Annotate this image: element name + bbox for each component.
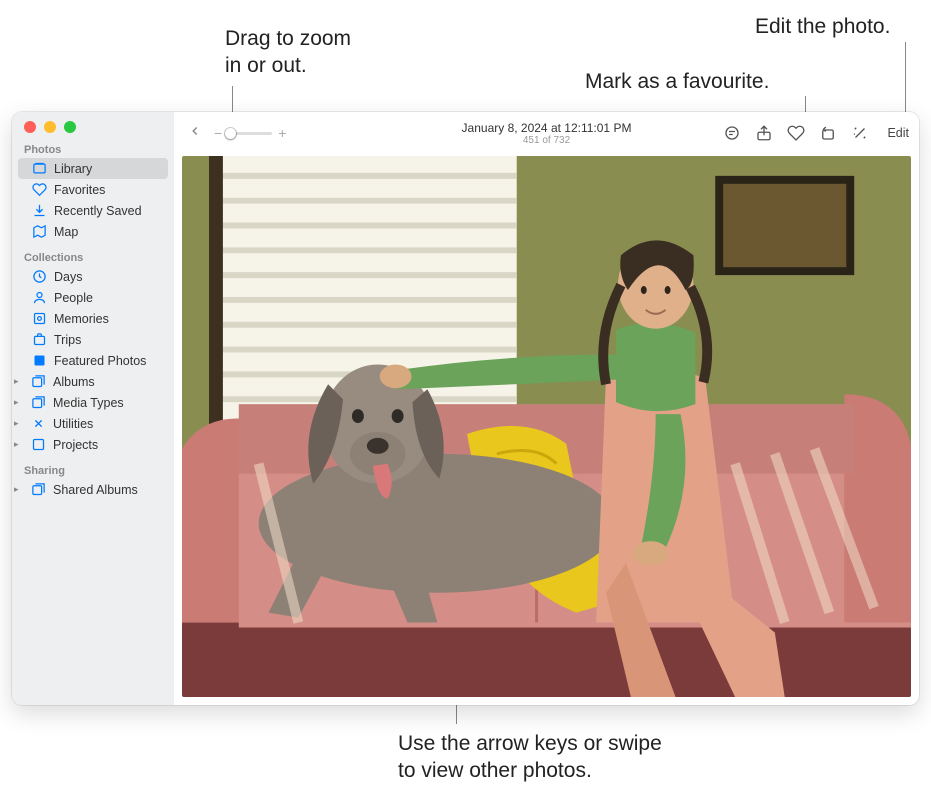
back-button[interactable] <box>184 120 206 147</box>
albums-icon <box>31 374 46 389</box>
sidebar-item-label: Media Types <box>53 396 124 410</box>
sidebar-item-people[interactable]: People <box>12 287 174 308</box>
app-window: Photos Library Favorites Recently Saved … <box>12 112 919 705</box>
chevron-right-icon[interactable]: ▸ <box>14 376 24 387</box>
sidebar-item-recently-saved[interactable]: Recently Saved <box>12 200 174 221</box>
zoom-slider[interactable]: − + <box>214 125 286 141</box>
sidebar-item-library[interactable]: Library <box>18 158 168 179</box>
chevron-right-icon[interactable]: ▸ <box>14 418 24 429</box>
sidebar-item-label: Favorites <box>54 183 105 197</box>
sidebar-item-label: Projects <box>53 438 98 452</box>
sidebar-item-label: Albums <box>53 375 95 389</box>
sidebar-item-label: Library <box>54 162 92 176</box>
chevron-right-icon[interactable]: ▸ <box>14 439 24 450</box>
memories-icon <box>32 311 47 326</box>
photo-count: 451 of 732 <box>462 135 632 146</box>
sidebar-section-collections: Collections <box>12 248 174 266</box>
sidebar: Photos Library Favorites Recently Saved … <box>12 112 174 705</box>
sidebar-item-label: Days <box>54 270 82 284</box>
close-window-button[interactable] <box>24 121 36 133</box>
sidebar-item-map[interactable]: Map <box>12 221 174 242</box>
favorite-button[interactable] <box>787 124 805 142</box>
sidebar-item-projects[interactable]: ▸ Projects <box>12 434 174 455</box>
sidebar-item-trips[interactable]: Trips <box>12 329 174 350</box>
chevron-left-icon <box>188 124 202 138</box>
clock-icon <box>32 269 47 284</box>
library-icon <box>32 161 47 176</box>
suitcase-icon <box>32 332 47 347</box>
sidebar-item-favorites[interactable]: Favorites <box>12 179 174 200</box>
callout-edit: Edit the photo. <box>755 13 890 40</box>
sidebar-item-label: Memories <box>54 312 109 326</box>
media-types-icon <box>31 395 46 410</box>
sidebar-item-label: People <box>54 291 93 305</box>
share-icon <box>755 124 773 142</box>
heart-icon <box>787 124 805 142</box>
sidebar-item-media-types[interactable]: ▸ Media Types <box>12 392 174 413</box>
callout-favorite: Mark as a favourite. <box>585 68 769 95</box>
edit-button[interactable]: Edit <box>883 126 909 140</box>
enhance-button[interactable] <box>851 124 869 142</box>
window-controls <box>24 121 76 133</box>
sidebar-section-photos: Photos <box>12 140 174 158</box>
sidebar-item-label: Recently Saved <box>54 204 142 218</box>
main-content: − + January 8, 2024 at 12:11:01 PM 451 o… <box>174 112 919 705</box>
shared-albums-icon <box>31 482 46 497</box>
toolbar-title: January 8, 2024 at 12:11:01 PM 451 of 73… <box>462 121 632 146</box>
share-button[interactable] <box>755 124 773 142</box>
sidebar-section-sharing: Sharing <box>12 461 174 479</box>
heart-icon <box>32 182 47 197</box>
live-text-icon <box>723 124 741 142</box>
zoom-plus: + <box>278 125 286 141</box>
sidebar-item-days[interactable]: Days <box>12 266 174 287</box>
utilities-icon <box>31 416 46 431</box>
sidebar-item-memories[interactable]: Memories <box>12 308 174 329</box>
sidebar-item-shared-albums[interactable]: ▸ Shared Albums <box>12 479 174 500</box>
zoom-thumb[interactable] <box>225 128 236 139</box>
sidebar-item-label: Trips <box>54 333 81 347</box>
minimize-window-button[interactable] <box>44 121 56 133</box>
sidebar-item-label: Utilities <box>53 417 93 431</box>
rotate-icon <box>819 124 837 142</box>
sidebar-item-label: Shared Albums <box>53 483 138 497</box>
toolbar: − + January 8, 2024 at 12:11:01 PM 451 o… <box>174 112 919 154</box>
callout-zoom: Drag to zoom in or out. <box>225 25 351 80</box>
chevron-right-icon[interactable]: ▸ <box>14 484 24 495</box>
sidebar-item-utilities[interactable]: ▸ Utilities <box>12 413 174 434</box>
person-icon <box>32 290 47 305</box>
projects-icon <box>31 437 46 452</box>
photo-viewer[interactable] <box>174 154 919 705</box>
live-text-button[interactable] <box>723 124 741 142</box>
sidebar-item-featured[interactable]: Featured Photos <box>12 350 174 371</box>
sidebar-item-label: Map <box>54 225 78 239</box>
map-icon <box>32 224 47 239</box>
rotate-button[interactable] <box>819 124 837 142</box>
photo-image <box>182 156 911 697</box>
callout-edit-line <box>905 42 906 122</box>
photo-date: January 8, 2024 at 12:11:01 PM <box>462 121 632 135</box>
callout-arrows: Use the arrow keys or swipe to view othe… <box>398 730 662 785</box>
chevron-right-icon[interactable]: ▸ <box>14 397 24 408</box>
zoom-track[interactable] <box>228 132 272 135</box>
maximize-window-button[interactable] <box>64 121 76 133</box>
featured-icon <box>32 353 47 368</box>
wand-icon <box>851 124 869 142</box>
download-icon <box>32 203 47 218</box>
zoom-minus: − <box>214 125 222 141</box>
sidebar-item-albums[interactable]: ▸ Albums <box>12 371 174 392</box>
sidebar-item-label: Featured Photos <box>54 354 146 368</box>
